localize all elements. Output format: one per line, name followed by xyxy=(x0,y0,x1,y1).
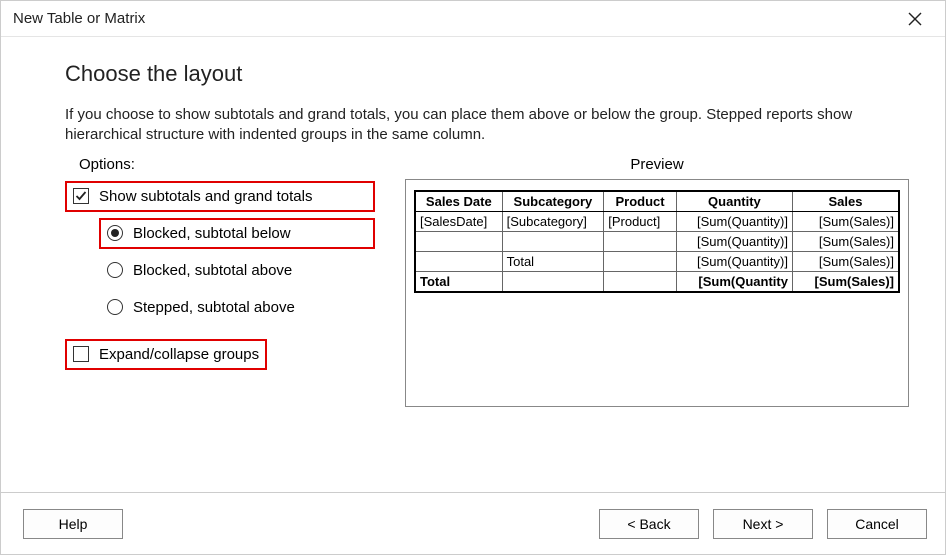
cell-product xyxy=(604,271,677,292)
expand-collapse-label: Expand/collapse groups xyxy=(99,346,259,363)
cell-sales-date: [SalesDate] xyxy=(415,211,502,231)
table-row: Total [Sum(Quantity [Sum(Sales)] xyxy=(415,271,899,292)
back-button[interactable]: < Back xyxy=(599,509,699,539)
window-title: New Table or Matrix xyxy=(13,10,145,27)
check-icon xyxy=(75,190,87,202)
cell-sales: [Sum(Sales)] xyxy=(792,271,899,292)
radio-blocked-below[interactable]: Blocked, subtotal below xyxy=(99,218,375,249)
radio-stepped-above[interactable]: Stepped, subtotal above xyxy=(99,292,375,323)
cell-sales-date: Total xyxy=(415,271,502,292)
radio-blocked-below-label: Blocked, subtotal below xyxy=(133,225,291,242)
table-header-row: Sales Date Subcategory Product Quantity … xyxy=(415,191,899,212)
cell-subcategory: Total xyxy=(502,251,604,271)
close-button[interactable] xyxy=(895,5,935,33)
preview-table: Sales Date Subcategory Product Quantity … xyxy=(414,190,900,293)
col-product: Product xyxy=(604,191,677,212)
show-totals-option[interactable]: Show subtotals and grand totals xyxy=(65,181,375,212)
cell-sales: [Sum(Sales)] xyxy=(792,211,899,231)
table-row: [Sum(Quantity)] [Sum(Sales)] xyxy=(415,231,899,251)
show-totals-label: Show subtotals and grand totals xyxy=(99,188,312,205)
radio-blocked-above-input[interactable] xyxy=(107,262,123,278)
preview-label: Preview xyxy=(405,156,909,173)
cell-quantity: [Sum(Quantity)] xyxy=(676,231,792,251)
cell-quantity: [Sum(Quantity)] xyxy=(676,211,792,231)
radio-blocked-below-input[interactable] xyxy=(107,225,123,241)
preview-box: Sales Date Subcategory Product Quantity … xyxy=(405,179,909,407)
cell-quantity: [Sum(Quantity)] xyxy=(676,251,792,271)
cell-sales: [Sum(Sales)] xyxy=(792,251,899,271)
next-button[interactable]: Next > xyxy=(713,509,813,539)
radio-blocked-above[interactable]: Blocked, subtotal above xyxy=(99,255,375,286)
footer: Help < Back Next > Cancel xyxy=(1,492,945,554)
page-description: If you choose to show subtotals and gran… xyxy=(65,105,895,146)
cell-product xyxy=(604,251,677,271)
cell-subcategory xyxy=(502,231,604,251)
cell-quantity: [Sum(Quantity xyxy=(676,271,792,292)
options-column: Options: Show subtotals and grand totals… xyxy=(65,156,375,407)
expand-collapse-option[interactable]: Expand/collapse groups xyxy=(65,339,267,370)
col-quantity: Quantity xyxy=(676,191,792,212)
cancel-button[interactable]: Cancel xyxy=(827,509,927,539)
table-row: Total [Sum(Quantity)] [Sum(Sales)] xyxy=(415,251,899,271)
cell-product xyxy=(604,231,677,251)
col-subcategory: Subcategory xyxy=(502,191,604,212)
cell-sales-date xyxy=(415,231,502,251)
help-button[interactable]: Help xyxy=(23,509,123,539)
cell-product: [Product] xyxy=(604,211,677,231)
expand-collapse-checkbox[interactable] xyxy=(73,346,89,362)
content-area: Choose the layout If you choose to show … xyxy=(1,37,945,492)
close-icon xyxy=(908,12,922,26)
title-bar: New Table or Matrix xyxy=(1,1,945,37)
page-heading: Choose the layout xyxy=(65,61,909,87)
show-totals-checkbox[interactable] xyxy=(73,188,89,204)
radio-stepped-above-label: Stepped, subtotal above xyxy=(133,299,295,316)
table-row: [SalesDate] [Subcategory] [Product] [Sum… xyxy=(415,211,899,231)
preview-column: Preview Sales Date Subcategory Product Q… xyxy=(405,156,909,407)
cell-sales-date xyxy=(415,251,502,271)
options-label: Options: xyxy=(79,156,375,173)
cell-subcategory: [Subcategory] xyxy=(502,211,604,231)
cell-sales: [Sum(Sales)] xyxy=(792,231,899,251)
cell-subcategory xyxy=(502,271,604,292)
radio-stepped-above-input[interactable] xyxy=(107,299,123,315)
col-sales-date: Sales Date xyxy=(415,191,502,212)
radio-blocked-above-label: Blocked, subtotal above xyxy=(133,262,292,279)
col-sales: Sales xyxy=(792,191,899,212)
